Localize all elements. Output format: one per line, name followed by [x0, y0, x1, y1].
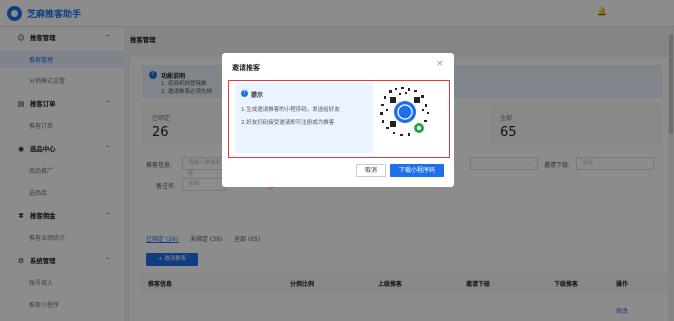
- cancel-button[interactable]: 取消: [356, 164, 386, 177]
- tip-line: 1.生成邀请推客的小程序码，发送给好友: [241, 107, 340, 113]
- tip-title: 提示: [251, 92, 264, 99]
- close-icon[interactable]: ×: [436, 59, 444, 69]
- dialog-title: 邀请推客: [232, 64, 260, 72]
- download-qr-code-button[interactable]: 下载小程序码: [390, 164, 444, 177]
- info-icon: !: [241, 90, 248, 97]
- invite-promoter-dialog: 邀请推客 × ! 提示 1.生成邀请推客的小程序码，发送给好友 2.好友扫码接受…: [222, 53, 454, 187]
- mini-program-qr-code: [376, 83, 434, 141]
- tip-panel: ! 提示 1.生成邀请推客的小程序码，发送给好友 2.好友扫码接受邀请即可注册成…: [235, 83, 373, 153]
- tip-line: 2.好友扫码接受邀请即可注册成为推客: [241, 120, 335, 126]
